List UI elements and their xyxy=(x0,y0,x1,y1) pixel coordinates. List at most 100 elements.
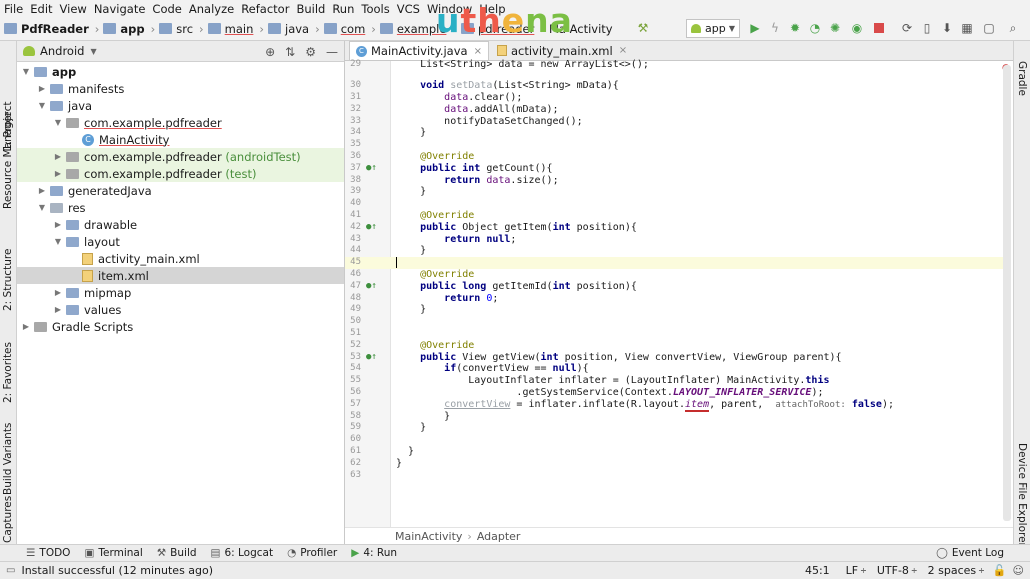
tree-item-mainactivity[interactable]: C MainActivity xyxy=(17,131,344,148)
code-line-55: 55 LayoutInflater inflater = (LayoutInfl… xyxy=(350,375,830,386)
tool-terminal[interactable]: ▣ Terminal xyxy=(84,547,142,559)
line-separator[interactable]: LF xyxy=(846,564,858,577)
code-line-63: 63 xyxy=(350,470,361,480)
code-editor[interactable]: 29 List<String> data = new ArrayList<>()… xyxy=(345,59,1013,527)
tree-item-package-main[interactable]: ▼ com.example.pdfreader xyxy=(17,114,344,131)
folder-icon xyxy=(103,23,117,34)
sync-gradle-icon[interactable]: ⟳ xyxy=(900,21,914,35)
tree-item-item-xml[interactable]: item.xml xyxy=(17,267,344,284)
tab-mainactivity-java[interactable]: C MainActivity.java × xyxy=(349,41,489,60)
menu-code[interactable]: Code xyxy=(152,2,181,16)
menu-file[interactable]: File xyxy=(4,2,23,16)
breadcrumb-main[interactable]: main › xyxy=(207,22,264,36)
tree-item-activity-main-xml[interactable]: activity_main.xml xyxy=(17,250,344,267)
tree-item-mipmap[interactable]: ▶ mipmap xyxy=(17,284,344,301)
status-panel-icon[interactable]: ▭ xyxy=(6,565,15,576)
tree-item-gradle-scripts[interactable]: ▶ Gradle Scripts xyxy=(17,318,344,335)
profile-icon[interactable]: ◔ xyxy=(808,21,822,35)
menu-run[interactable]: Run xyxy=(332,2,354,16)
menu-vcs[interactable]: VCS xyxy=(397,2,420,16)
tab-structure[interactable]: 2: Structure xyxy=(0,241,17,321)
collapse-icon[interactable]: ⇅ xyxy=(285,45,295,59)
breadcrumb-java[interactable]: java › xyxy=(268,22,320,36)
tree-item-java[interactable]: ▼ java xyxy=(17,97,344,114)
editor-breadcrumb: MainActivity › Adapter xyxy=(345,527,1013,544)
indent-setting[interactable]: 2 spaces xyxy=(928,564,977,577)
override-marker-icon[interactable]: ●↑ xyxy=(366,222,377,234)
menu-build[interactable]: Build xyxy=(296,2,325,16)
editor-scrollbar[interactable] xyxy=(1003,65,1011,521)
lock-icon[interactable]: 🔓 xyxy=(993,564,1007,577)
avd-manager-icon[interactable]: ▯ xyxy=(920,21,934,35)
make-hammer-icon[interactable]: ⚒ xyxy=(636,21,650,35)
class-icon: C xyxy=(82,133,94,146)
search-everywhere-icon[interactable]: ⌕ xyxy=(1006,21,1020,35)
breadcrumb-src[interactable]: src › xyxy=(159,22,204,36)
override-marker-icon[interactable]: ●↑ xyxy=(366,163,377,175)
caret-position[interactable]: 45:1 xyxy=(805,564,830,577)
tool-build[interactable]: ⚒ Build xyxy=(157,547,197,559)
tool-profiler[interactable]: ◔ Profiler xyxy=(287,547,337,559)
tool-todo[interactable]: ☰ TODO xyxy=(26,547,70,559)
tree-item-manifests[interactable]: ▶ manifests xyxy=(17,80,344,97)
folder-icon xyxy=(66,287,79,298)
tree-item-package-androidtest[interactable]: ▶ com.example.pdfreader (androidTest) xyxy=(17,148,344,165)
tree-item-values[interactable]: ▶ values xyxy=(17,301,344,318)
coverage-icon[interactable]: ◉ xyxy=(850,21,864,35)
tree-item-generatedjava[interactable]: ▶ generatedJava xyxy=(17,182,344,199)
file-encoding[interactable]: UTF-8 xyxy=(877,564,909,577)
run-icon[interactable]: ▶ xyxy=(748,21,762,35)
uthena-logo: uthena xyxy=(436,1,573,40)
menu-tools[interactable]: Tools xyxy=(361,2,389,16)
menu-view[interactable]: View xyxy=(60,2,87,16)
inspector-icon[interactable]: ☺ xyxy=(1013,564,1024,577)
folder-icon xyxy=(50,100,63,111)
tab-favorites[interactable]: 2: Favorites xyxy=(0,331,17,411)
layout-inspector-icon[interactable]: ▦ xyxy=(960,21,974,35)
tab-device-file-explorer[interactable]: Device File Explorer xyxy=(1014,431,1030,547)
tab-gradle[interactable]: Gradle xyxy=(1014,53,1030,103)
editor-breadcrumb-adapter[interactable]: Adapter xyxy=(477,530,521,543)
tab-activity-main-xml[interactable]: activity_main.xml × xyxy=(491,41,633,60)
tool-run[interactable]: ▶ 4: Run xyxy=(351,547,397,559)
gear-icon[interactable]: ⚙ xyxy=(305,45,316,59)
tree-item-layout[interactable]: ▼ layout xyxy=(17,233,344,250)
menu-edit[interactable]: Edit xyxy=(30,2,52,16)
tree-item-app[interactable]: ▼ app xyxy=(17,63,344,80)
device-icon[interactable]: ▢ xyxy=(982,21,996,35)
close-icon[interactable]: × xyxy=(619,45,627,56)
code-line-60: 60 xyxy=(350,434,361,444)
code-line-35: 35 xyxy=(350,139,361,149)
tab-build-variants[interactable]: Build Variants xyxy=(0,411,17,501)
locate-icon[interactable]: ⊕ xyxy=(265,45,275,59)
editor-breadcrumb-class[interactable]: MainActivity xyxy=(395,530,462,543)
tool-logcat[interactable]: ▤ 6: Logcat xyxy=(211,547,274,559)
menu-refactor[interactable]: Refactor xyxy=(241,2,289,16)
tree-item-package-test[interactable]: ▶ com.example.pdfreader (test) xyxy=(17,165,344,182)
breadcrumb-project[interactable]: PdfReader › xyxy=(4,22,99,36)
tree-item-res[interactable]: ▼ res xyxy=(17,199,344,216)
debug-icon[interactable]: ✹ xyxy=(788,21,802,35)
sdk-manager-icon[interactable]: ⬇ xyxy=(940,21,954,35)
module-folder-icon xyxy=(34,66,47,77)
run-configuration-select[interactable]: app ▼ xyxy=(686,19,740,38)
tab-resource-manager[interactable]: Resource Manager xyxy=(0,111,17,231)
tree-item-drawable[interactable]: ▶ drawable xyxy=(17,216,344,233)
override-marker-icon[interactable]: ●↑ xyxy=(366,281,377,293)
menu-analyze[interactable]: Analyze xyxy=(189,2,234,16)
tool-event-log[interactable]: ◯ Event Log xyxy=(936,547,1004,559)
editor-tabs: C MainActivity.java × activity_main.xml × xyxy=(345,41,1013,61)
status-bar: ▭ Install successful (12 minutes ago) 45… xyxy=(0,561,1030,579)
tab-captures[interactable]: Captures xyxy=(0,496,17,544)
close-icon[interactable]: × xyxy=(474,46,482,57)
attach-debugger-icon[interactable]: ✺ xyxy=(828,21,842,35)
breadcrumb-com[interactable]: com › xyxy=(323,22,376,36)
stop-icon[interactable] xyxy=(872,21,886,35)
hammer-icon: ⚒ xyxy=(156,547,167,559)
status-message[interactable]: Install successful (12 minutes ago) xyxy=(21,564,213,577)
breadcrumb-app[interactable]: app › xyxy=(103,22,155,36)
apply-changes-icon[interactable]: ϟ xyxy=(768,21,782,35)
hide-icon[interactable]: — xyxy=(326,45,338,59)
terminal-icon: ▣ xyxy=(84,547,95,559)
menu-navigate[interactable]: Navigate xyxy=(94,2,146,16)
